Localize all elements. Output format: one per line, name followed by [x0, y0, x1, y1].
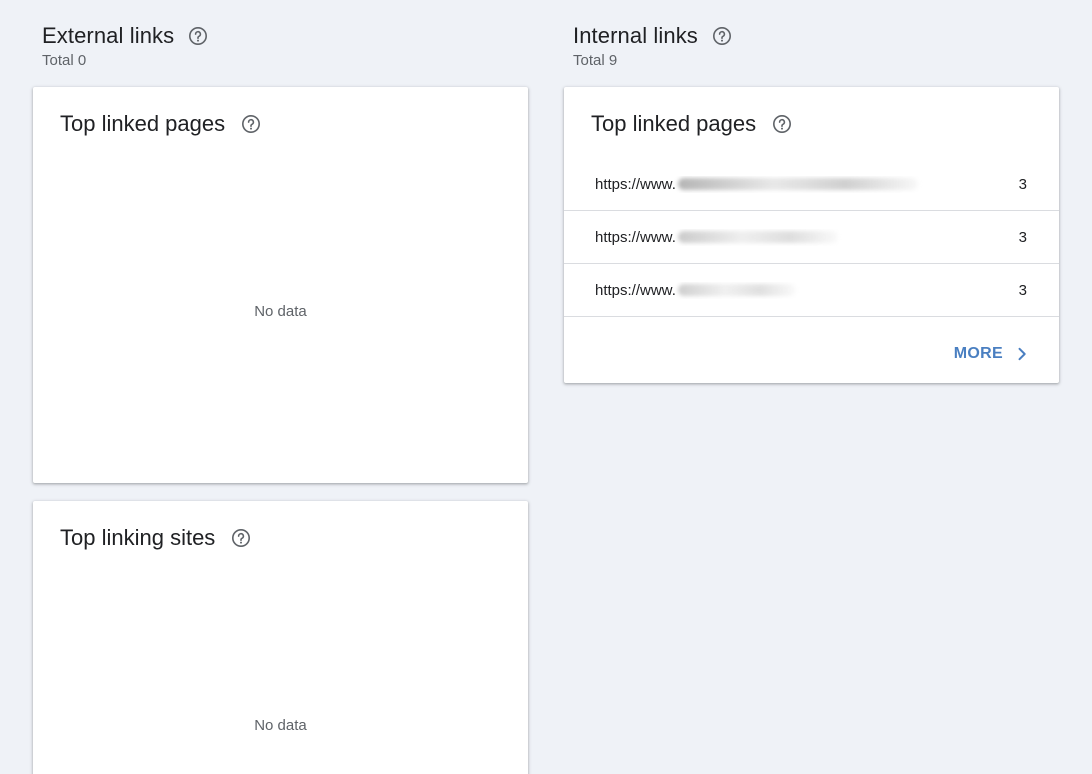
link-count: 3 [1018, 228, 1027, 246]
chevron-right-icon [1015, 347, 1029, 361]
table-row[interactable]: https://www. 3 [564, 158, 1059, 211]
external-links-title: External links [42, 23, 175, 48]
page-url: https://www. [595, 228, 676, 246]
page-url: https://www. [595, 175, 676, 193]
link-count: 3 [1018, 175, 1027, 193]
no-data-message: No data [254, 303, 307, 320]
internal-links-header: Internal links Total 9 [573, 22, 732, 69]
internal-top-linked-pages-card: Top linked pages https://www. 3 https://… [564, 87, 1059, 383]
internal-links-total: Total 9 [573, 52, 618, 69]
help-icon[interactable] [712, 26, 732, 46]
table-row[interactable]: https://www. 3 [564, 211, 1059, 264]
help-icon[interactable] [188, 26, 208, 46]
external-links-header: External links Total 0 [42, 22, 208, 69]
more-button[interactable]: MORE [954, 345, 1029, 363]
external-links-total: Total 0 [42, 52, 87, 69]
page-url: https://www. [595, 281, 676, 299]
redacted-text [677, 231, 838, 243]
help-icon[interactable] [231, 528, 251, 548]
more-button-label: MORE [953, 345, 1003, 362]
external-top-linking-sites-card: Top linking sites No data [33, 501, 528, 774]
card-title: Top linked pages [60, 111, 226, 136]
no-data-message: No data [254, 717, 307, 734]
table-row[interactable]: https://www. 3 [564, 264, 1059, 317]
redacted-text [677, 284, 796, 296]
external-top-linked-pages-card: Top linked pages No data [33, 87, 528, 483]
redacted-text [677, 178, 918, 190]
link-count: 3 [1018, 281, 1027, 299]
help-icon[interactable] [241, 114, 261, 134]
help-icon[interactable] [772, 114, 792, 134]
internal-links-title: Internal links [573, 23, 698, 48]
card-title: Top linked pages [591, 111, 757, 136]
card-title: Top linking sites [60, 525, 216, 550]
links-report-page: External links Total 0 Top linked pages … [0, 0, 1092, 774]
linked-pages-list: https://www. 3 https://www. 3 https://ww… [564, 158, 1059, 317]
